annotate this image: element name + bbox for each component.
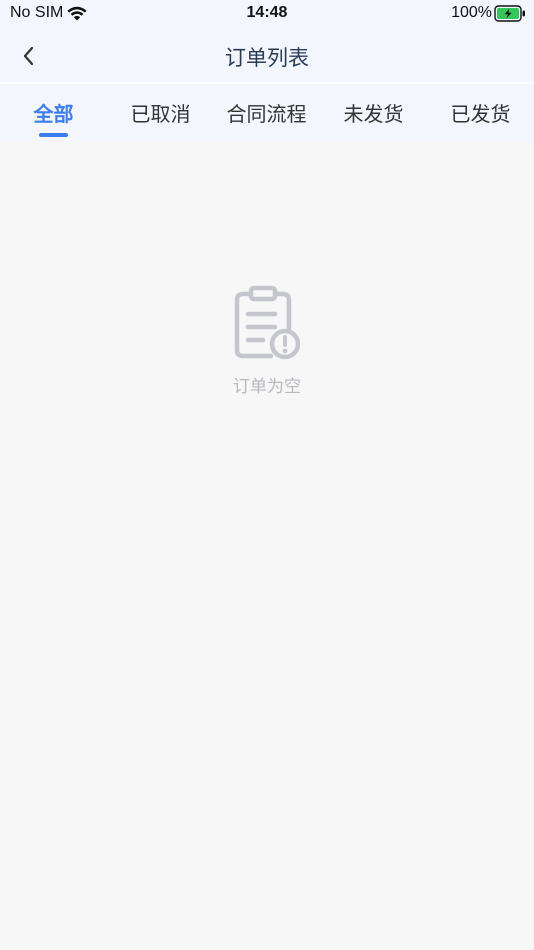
- navigation-bar: 订单列表: [0, 28, 534, 82]
- page-title: 订单列表: [225, 46, 309, 70]
- tab-cancelled[interactable]: 已取消: [107, 98, 214, 127]
- tab-all[interactable]: 全部: [0, 98, 107, 127]
- status-bar: No SIM 14:48 100%: [0, 0, 534, 28]
- tab-shipped[interactable]: 已发货: [427, 98, 534, 127]
- top-header: No SIM 14:48 100% 订单列表 全部 已取消 合同流程 未发货 已…: [0, 0, 534, 142]
- tab-not-shipped[interactable]: 未发货: [320, 98, 427, 127]
- tab-contract-process[interactable]: 合同流程: [213, 98, 320, 127]
- empty-clipboard-alert-icon: [234, 285, 301, 360]
- empty-message: 订单为空: [233, 377, 301, 397]
- order-status-tabs: 全部 已取消 合同流程 未发货 已发货: [0, 84, 534, 142]
- battery-charging-icon: [494, 5, 525, 22]
- active-tab-indicator: [39, 133, 68, 137]
- battery-percent: 100%: [451, 4, 492, 21]
- empty-state: 订单为空: [0, 282, 534, 397]
